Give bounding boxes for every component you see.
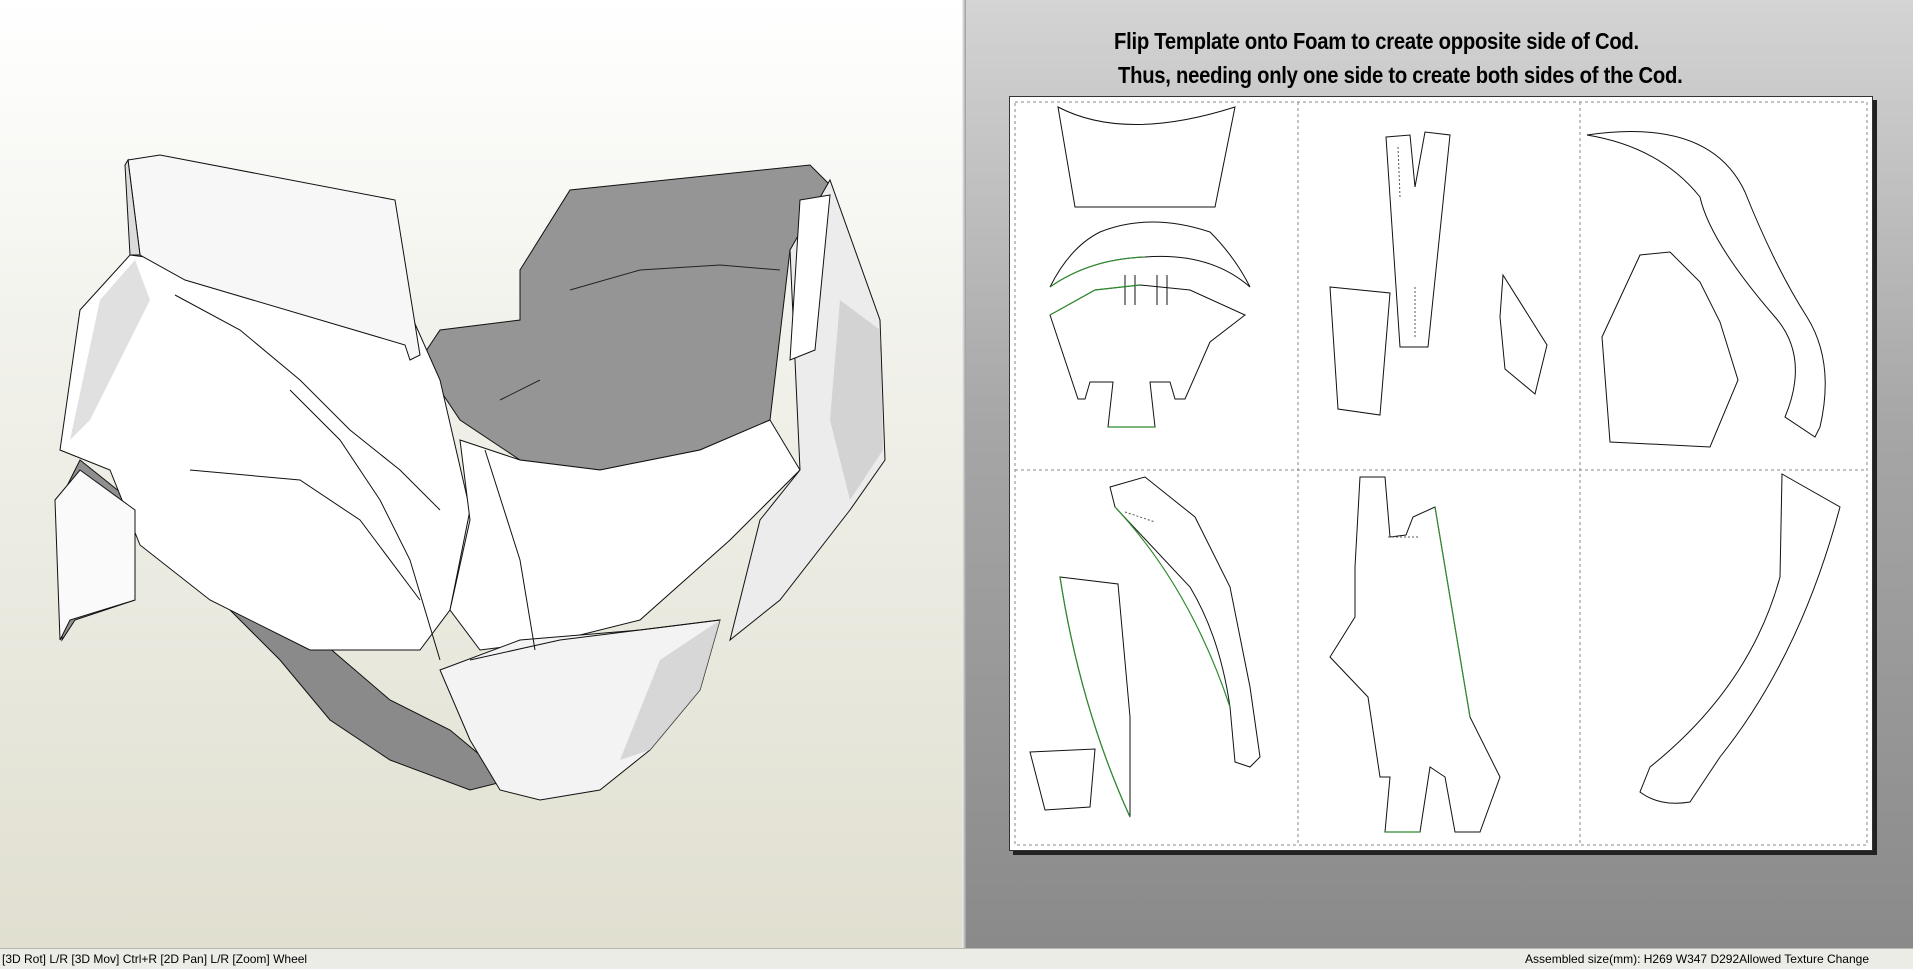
dash-marks (1124, 146, 1420, 538)
fold-lines (1049, 256, 1471, 833)
pattern-pieces (1014, 101, 1868, 846)
page-grid (1014, 101, 1868, 846)
armor-cod-model (54, 154, 886, 801)
piece-a3 (1049, 284, 1246, 428)
3d-viewport[interactable] (0, 0, 962, 948)
piece-e1 (1329, 476, 1501, 833)
piece-c1 (1586, 131, 1826, 438)
piece-b3 (1499, 273, 1548, 395)
piece-c2 (1601, 251, 1739, 448)
status-assembled-size: Assembled size(mm): H269 W347 D292Allowe… (1525, 952, 1869, 966)
template-note-line1: Flip Template onto Foam to create opposi… (1114, 28, 1639, 54)
piece-d1 (1109, 476, 1261, 768)
piece-f1 (1639, 473, 1841, 804)
template-note-line2: Thus, needing only one side to create bo… (1118, 62, 1683, 88)
status-bar: [3D Rot] L/R [3D Mov] Ctrl+R [2D Pan] L/… (0, 948, 1913, 969)
piece-a1 (1057, 106, 1236, 208)
piece-b1 (1385, 131, 1451, 348)
piece-d2 (1059, 576, 1131, 818)
piece-d3 (1029, 748, 1096, 811)
piece-b2 (1329, 286, 1391, 416)
status-controls: [3D Rot] L/R [3D Mov] Ctrl+R [2D Pan] L/… (2, 952, 308, 966)
piece-a2 (1049, 221, 1251, 288)
pattern-sheet (1009, 96, 1873, 851)
2d-viewport[interactable]: Flip Template onto Foam to create opposi… (966, 0, 1913, 948)
